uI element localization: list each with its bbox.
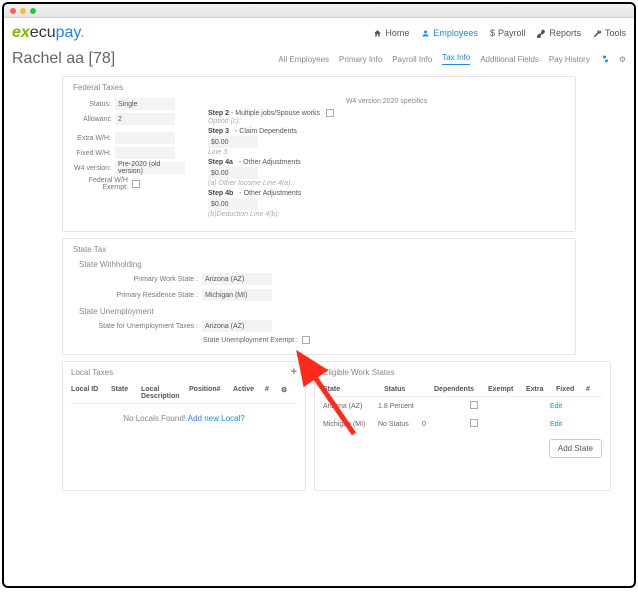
unemployment-state-label: State for Unemployment Taxes :	[73, 323, 198, 330]
gear-icon[interactable]: ⚙	[619, 55, 626, 64]
step3-sub: Line 3:	[208, 149, 565, 156]
status-label: Status:	[73, 101, 111, 108]
panel-title: Local Taxes	[71, 368, 297, 377]
tab-additional-fields[interactable]: Additional Fields	[480, 55, 539, 64]
wrench-icon	[593, 29, 602, 38]
allowances-field[interactable]: 2	[115, 113, 175, 125]
w4-version-field[interactable]: Pre-2020 (old version)	[115, 162, 185, 174]
ews-table-header: State Status Dependents Exempt Extra Fix…	[323, 383, 602, 397]
step4b-sub: (b)Deduction Line 4(b):	[208, 211, 565, 218]
step2-checkbox[interactable]	[326, 109, 334, 117]
add-local-icon[interactable]: +	[291, 366, 297, 378]
fed-exempt-label: Federal W/H Exempt:	[73, 177, 128, 191]
fixed-wh-label: Fixed W/H:	[73, 150, 111, 157]
main-nav: Home Employees $Payroll Reports Tools	[373, 28, 626, 38]
home-icon	[373, 29, 382, 38]
unemployment-state-field[interactable]: Arizona (AZ)	[202, 320, 272, 332]
window-titlebar	[4, 4, 634, 18]
state-withholding-header: State Withholding	[79, 260, 565, 269]
table-row: Arizona (AZ) 1.8 Percent Edit	[323, 397, 602, 415]
table-row: Michigan (MI) No Status 0 Edit	[323, 415, 602, 433]
primary-residence-state-label: Primary Residence State :	[73, 292, 198, 299]
local-table-header: Local ID State Local Description Positio…	[71, 383, 297, 404]
fed-exempt-checkbox[interactable]	[132, 180, 140, 188]
primary-work-state-field[interactable]: Arizona (AZ)	[202, 273, 272, 285]
window-close-icon[interactable]	[10, 8, 16, 14]
status-field[interactable]: Single	[115, 98, 175, 110]
fixed-wh-field[interactable]	[115, 147, 175, 159]
step3-field[interactable]: $0.00	[208, 136, 258, 148]
nav-reports[interactable]: Reports	[537, 28, 581, 38]
tab-pay-history[interactable]: Pay History	[549, 55, 590, 64]
window-max-icon[interactable]	[30, 8, 36, 14]
unemployment-exempt-label: State Unemployment Exempt :	[203, 337, 298, 344]
allowances-label: Allowanc	[73, 116, 111, 123]
step2-sub: Option (c):	[208, 118, 565, 125]
link-icon	[537, 29, 546, 38]
tab-tax-info[interactable]: Tax Info	[442, 53, 470, 65]
step4a-field[interactable]: $0.00	[208, 167, 258, 179]
step4a-sub: (a) Other Income Line 4(a):	[208, 180, 565, 187]
primary-residence-state-field[interactable]: Michigan (MI)	[202, 289, 272, 301]
panel-title: State Tax	[73, 245, 565, 254]
dollar-icon: $	[490, 28, 495, 38]
app-logo: execupay.	[12, 24, 85, 42]
window-min-icon[interactable]	[20, 8, 26, 14]
exempt-checkbox[interactable]	[470, 401, 478, 409]
unemployment-exempt-checkbox[interactable]	[302, 336, 310, 344]
employee-subtabs: All Employees Primary Info Payroll Info …	[278, 53, 626, 65]
panel-title: Federal Taxes	[73, 83, 565, 92]
person-search-icon[interactable]	[600, 54, 609, 65]
federal-taxes-panel: Federal Taxes Status: Single Allowanc 2 Ex…	[62, 76, 576, 232]
tab-all-employees[interactable]: All Employees	[278, 55, 329, 64]
nav-payroll[interactable]: $Payroll	[490, 28, 526, 38]
state-tax-panel: State Tax State Withholding Primary Work…	[62, 238, 576, 355]
local-taxes-panel: Local Taxes + Local ID State Local Descr…	[62, 361, 306, 491]
no-locals-message: No Locals Found! Add new Local?	[71, 414, 297, 423]
edit-link[interactable]: Edit	[550, 421, 562, 428]
nav-employees[interactable]: Employees	[421, 28, 478, 38]
exempt-checkbox[interactable]	[470, 419, 478, 427]
panel-title: Eligible Work States	[323, 368, 602, 377]
nav-home[interactable]: Home	[373, 28, 409, 38]
tab-payroll-info[interactable]: Payroll Info	[392, 55, 432, 64]
tab-primary-info[interactable]: Primary Info	[339, 55, 382, 64]
person-icon	[421, 29, 430, 38]
edit-link[interactable]: Edit	[550, 403, 562, 410]
extra-wh-field[interactable]	[115, 132, 175, 144]
primary-work-state-label: Primary Work State :	[73, 276, 198, 283]
add-state-button[interactable]: Add State	[549, 439, 602, 458]
w4-2020-header: W4 version 2020 specifics	[208, 98, 565, 105]
add-new-local-link[interactable]: Add new Local?	[188, 414, 245, 423]
eligible-work-states-panel: Eligible Work States State Status Depend…	[314, 361, 611, 491]
state-unemployment-header: State Unemployment	[79, 307, 565, 316]
extra-wh-label: Extra W/H:	[73, 135, 111, 142]
step4b-field[interactable]: $0.00	[208, 198, 258, 210]
nav-tools[interactable]: Tools	[593, 28, 626, 38]
gear-icon[interactable]: ⚙	[281, 386, 291, 400]
w4-version-label: W4 version:	[73, 165, 111, 172]
page-title: Rachel aa [78]	[12, 50, 115, 68]
